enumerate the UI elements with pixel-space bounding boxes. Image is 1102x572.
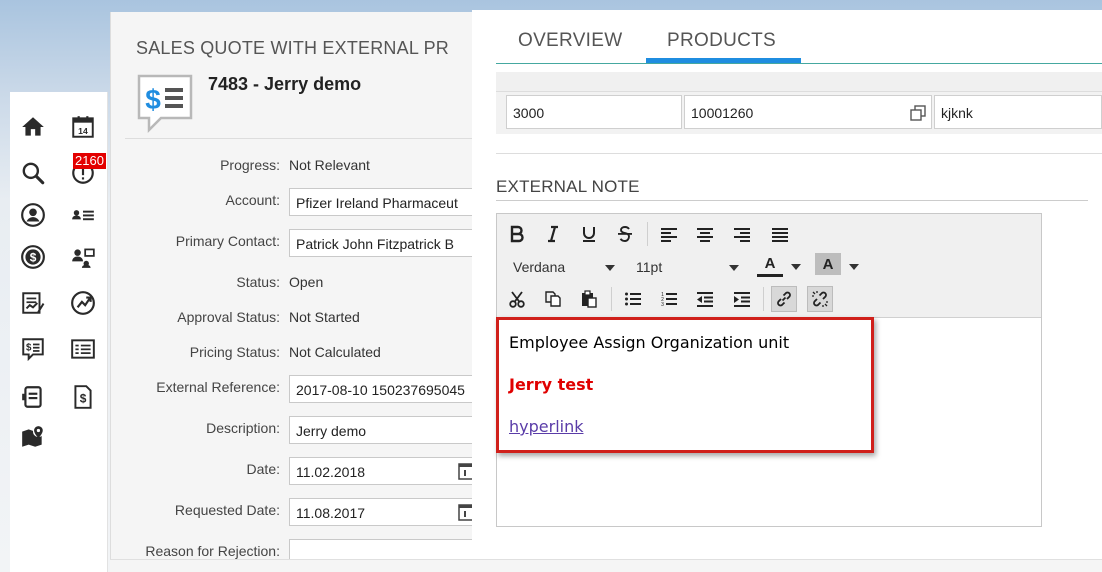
products-grid-header — [496, 72, 1102, 92]
progress-label: Progress: — [220, 157, 280, 173]
device-icon[interactable] — [18, 382, 48, 412]
cut-button[interactable] — [504, 286, 530, 312]
description-field[interactable]: Jerry demo — [289, 416, 473, 444]
invoice-icon[interactable]: $ — [68, 382, 98, 412]
calendar-icon[interactable]: 14 — [68, 112, 98, 142]
italic-button[interactable] — [540, 221, 566, 247]
quote-icon[interactable]: $ — [18, 334, 48, 364]
date-field[interactable]: 11.02.2018 — [289, 457, 473, 485]
team-icon[interactable] — [68, 242, 98, 272]
insert-link-button[interactable] — [771, 286, 797, 312]
bullet-list-button[interactable] — [620, 286, 646, 312]
underline-button[interactable] — [576, 221, 602, 247]
align-center-button[interactable] — [692, 221, 718, 247]
reason-for-rejection-label: Reason for Rejection: — [145, 543, 280, 559]
account-label: Account: — [225, 192, 280, 208]
justify-button[interactable] — [767, 221, 793, 247]
status-value: Open — [289, 274, 324, 290]
external-reference-field[interactable]: 2017-08-10 150237695045 — [289, 375, 473, 403]
font-family-caret-icon[interactable] — [605, 265, 615, 271]
note-text-line: Employee Assign Organization unit — [509, 333, 790, 352]
status-label: Status: — [236, 274, 280, 290]
date-label: Date: — [246, 461, 280, 477]
align-left-button[interactable] — [656, 221, 682, 247]
svg-text:$: $ — [26, 343, 32, 354]
copy-button[interactable] — [540, 286, 566, 312]
copy-icon[interactable] — [909, 104, 927, 122]
note-hyperlink[interactable]: hyperlink — [509, 417, 583, 436]
text-color-caret-icon[interactable] — [791, 264, 801, 270]
note-bold-red-text: Jerry test — [509, 375, 594, 394]
calendar-day-text: 14 — [78, 126, 88, 136]
requested-date-label: Requested Date: — [174, 502, 280, 518]
external-note-title: EXTERNAL NOTE — [496, 177, 640, 196]
outdent-button[interactable] — [692, 286, 718, 312]
primary-contact-label: Primary Contact: — [175, 233, 280, 249]
primary-contact-field[interactable]: Patrick John Fitzpatrick B — [289, 229, 473, 257]
product-cell-quantity[interactable]: 3000 — [506, 95, 682, 129]
product-cell-id[interactable]: 10001260 — [684, 95, 932, 129]
approval-status-label: Approval Status: — [177, 309, 280, 325]
account-field[interactable]: Pfizer Ireland Pharmaceut — [289, 188, 473, 216]
contacts-icon[interactable] — [68, 200, 98, 230]
tab-products[interactable]: PRODUCTS — [667, 30, 776, 52]
editor-toolbar: Verdana 11pt A A 123 — [497, 214, 1041, 318]
pricing-status-value: Not Calculated — [289, 344, 381, 360]
report-icon[interactable] — [18, 288, 48, 318]
header-divider — [125, 138, 473, 139]
highlight-color-button[interactable]: A — [815, 253, 841, 275]
pricing-status-label: Pricing Status: — [189, 344, 280, 360]
font-family-select[interactable]: Verdana — [513, 259, 565, 275]
align-right-button[interactable] — [729, 221, 755, 247]
progress-value: Not Relevant — [289, 157, 370, 173]
strikethrough-button[interactable] — [612, 221, 638, 247]
paste-button[interactable] — [576, 286, 602, 312]
sales-quote-icon: $ — [137, 74, 193, 134]
dollar-icon[interactable]: $ — [18, 242, 48, 272]
notification-badge: 2160 — [73, 153, 106, 169]
map-icon[interactable] — [18, 422, 48, 452]
indent-button[interactable] — [729, 286, 755, 312]
products-panel: OVERVIEW PRODUCTS 3000 10001260 kjknk EX… — [472, 10, 1102, 572]
document-id: 7483 - Jerry demo — [208, 74, 362, 94]
requested-date-field[interactable]: 11.08.2017 — [289, 498, 473, 526]
growth-icon[interactable] — [68, 288, 98, 318]
text-color-button[interactable]: A — [757, 253, 783, 277]
tabs-divider — [496, 63, 1102, 64]
section-divider — [496, 153, 1102, 154]
svg-text:$: $ — [145, 84, 161, 115]
bottom-bar — [110, 559, 1102, 572]
remove-link-button[interactable] — [807, 286, 833, 312]
svg-text:$: $ — [80, 391, 87, 405]
product-cell-description[interactable]: kjknk — [934, 95, 1102, 129]
font-size-select[interactable]: 11pt — [636, 259, 662, 275]
quote-details-panel: SALES QUOTE WITH EXTERNAL PR $ 7483 - Je… — [110, 12, 474, 572]
external-note-underline — [496, 200, 1088, 201]
page-title: SALES QUOTE WITH EXTERNAL PR — [136, 38, 449, 58]
highlighted-note-content[interactable]: Employee Assign Organization unit Jerry … — [496, 317, 874, 453]
font-size-caret-icon[interactable] — [729, 265, 739, 271]
home-icon[interactable] — [18, 112, 48, 142]
bold-button[interactable] — [504, 221, 530, 247]
user-icon[interactable] — [18, 200, 48, 230]
search-icon[interactable] — [18, 158, 48, 188]
highlight-color-caret-icon[interactable] — [849, 264, 859, 270]
numbered-list-button[interactable]: 123 — [656, 286, 682, 312]
external-reference-label: External Reference: — [156, 379, 280, 395]
approval-status-value: Not Started — [289, 309, 360, 325]
description-label: Description: — [206, 420, 280, 436]
svg-text:$: $ — [30, 250, 37, 264]
list-icon[interactable] — [68, 334, 98, 364]
tab-overview[interactable]: OVERVIEW — [518, 30, 622, 52]
svg-text:3: 3 — [661, 302, 664, 308]
